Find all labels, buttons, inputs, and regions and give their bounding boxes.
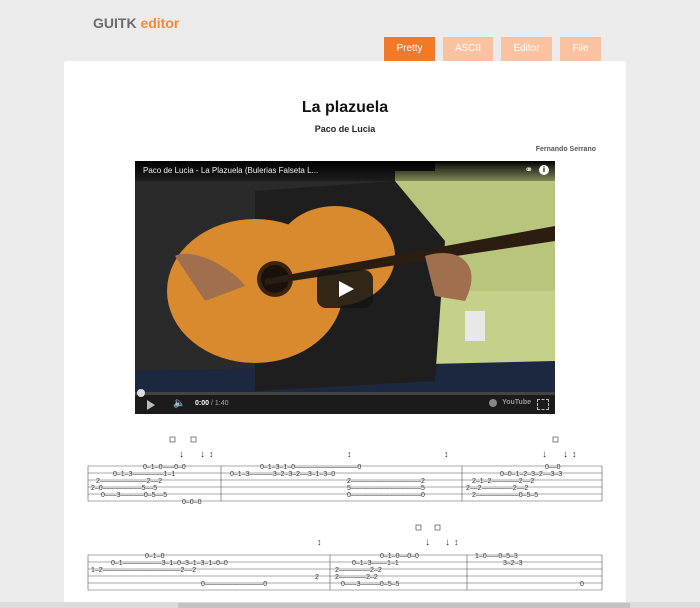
volume-icon[interactable]: 🔈 <box>173 398 185 409</box>
svg-text:0–1–0–––0–0: 0–1–0–––0–0 <box>143 464 186 471</box>
video-time: 0:00 / 1:40 <box>195 400 228 407</box>
svg-text:↓: ↓ <box>200 449 205 460</box>
svg-text:↕: ↕ <box>347 449 352 459</box>
svg-text:3–2–3: 3–2–3 <box>503 560 523 567</box>
app-logo: GUITK editor <box>93 15 179 31</box>
svg-text:2––––––––––––––––––2: 2––––––––––––––––––2 <box>347 478 425 485</box>
tab-ascii[interactable]: ASCII <box>443 37 493 61</box>
tab-author: Fernando Serrano <box>535 146 596 153</box>
svg-text:2––––––––2–2: 2––––––––2–2 <box>335 567 382 574</box>
svg-text:↕: ↕ <box>572 449 577 459</box>
svg-text:↓: ↓ <box>542 449 547 460</box>
settings-icon[interactable] <box>489 399 497 407</box>
tab-editor[interactable]: Editor <box>501 37 552 61</box>
svg-text:0–0–0: 0–0–0 <box>182 499 202 506</box>
progress-handle[interactable] <box>137 389 145 397</box>
svg-text:0–––3–––––0–5–5: 0–––3–––––0–5–5 <box>341 581 400 588</box>
duration: / 1:40 <box>210 400 229 407</box>
svg-text:0–1–0: 0–1–0 <box>145 553 165 560</box>
video-progress[interactable] <box>135 389 555 397</box>
svg-text:2–1–2–––––––2––2: 2–1–2–––––––2––2 <box>472 478 534 485</box>
svg-text:2–––––––––––0–5–5: 2–––––––––––0–5–5 <box>472 492 538 499</box>
svg-text:0–1–3–1–0––––––––––––––––0: 0–1–3–1–0––––––––––––––––0 <box>260 464 361 471</box>
info-icon[interactable]: i <box>539 165 549 175</box>
song-artist: Paco de Lucia <box>314 124 376 134</box>
tab-file[interactable]: File <box>560 37 601 61</box>
svg-text:↕: ↕ <box>317 537 322 547</box>
svg-text:5––––––––––––––––––5: 5––––––––––––––––––5 <box>347 485 425 492</box>
logo-text-editor: editor <box>140 15 180 31</box>
svg-text:0––0: 0––0 <box>545 464 561 471</box>
svg-text:↕: ↕ <box>209 449 214 459</box>
svg-text:2–0––––––––––5––5: 2–0––––––––––5––5 <box>91 485 157 492</box>
svg-text:2–––––––2–2: 2–––––––2–2 <box>335 574 378 581</box>
svg-text:0–1––––––––––3–1–0–3–1–3–1–0–0: 0–1––––––––––3–1–0–3–1–3–1–0–0 <box>111 560 228 567</box>
song-title: La plazuela <box>301 99 389 116</box>
svg-text:0––––––––––––––––––0: 0––––––––––––––––––0 <box>347 492 425 499</box>
svg-text:↕: ↕ <box>444 449 449 459</box>
svg-text:↓: ↓ <box>445 537 450 548</box>
share-icon[interactable]: ⚭ <box>525 165 533 176</box>
tab-pretty[interactable]: Pretty <box>384 37 435 61</box>
svg-text:0–1–3––––1–1: 0–1–3––––1–1 <box>352 560 399 567</box>
fullscreen-icon[interactable] <box>537 399 549 410</box>
tab-system-1-marks: ↓ ↓ ↕ ↕ ↕ ↓ ↓ ↕ 0–1–0–––0–0 0–1–3––––––––1–1… <box>91 436 577 506</box>
svg-text:↓: ↓ <box>179 449 184 460</box>
scrollbar-thumb[interactable] <box>178 603 630 608</box>
svg-text:1–0–––0–5–3: 1–0–––0–5–3 <box>475 553 518 560</box>
svg-text:0–––––––––––––––0: 0–––––––––––––––0 <box>201 581 267 588</box>
svg-text:0: 0 <box>580 581 584 588</box>
svg-text:0–1–3––––––––1–1: 0–1–3––––––––1–1 <box>113 471 175 478</box>
tab-system-2-marks: ↕ ↓ ↓ ↕ 0–1–0 0–1––––––––––3–1–0–3–1–3–1–… <box>91 524 584 588</box>
svg-text:2––2––––––––2––2: 2––2––––––––2––2 <box>466 485 528 492</box>
svg-text:↕: ↕ <box>454 537 459 547</box>
logo-text-guitk: GUITK <box>93 15 137 31</box>
svg-text:0–1–3––––––3–2–3–2––3–1–3–0: 0–1–3––––––3–2–3–2––3–1–3–0 <box>230 471 335 478</box>
horizontal-scrollbar[interactable] <box>0 602 700 608</box>
svg-text:↓: ↓ <box>425 537 430 548</box>
play-button-icon[interactable] <box>147 400 155 410</box>
svg-text:1–2––––––––––––––––––––2––2: 1–2––––––––––––––––––––2––2 <box>91 567 196 574</box>
current-time: 0:00 <box>195 400 210 407</box>
youtube-logo[interactable]: YouTube <box>502 399 531 406</box>
svg-text:0–––3––––––0–5––5: 0–––3––––––0–5––5 <box>101 492 167 499</box>
video-title[interactable]: Paco de Lucia - La Plazuela (Bulerias Fa… <box>143 166 318 175</box>
svg-text:↓: ↓ <box>563 449 568 460</box>
video-top-bar: Paco de Lucia - La Plazuela (Bulerias Fa… <box>135 161 555 181</box>
play-icon[interactable] <box>317 270 373 308</box>
svg-text:2––––––––––––2––2: 2––––––––––––2––2 <box>96 478 162 485</box>
svg-text:0–1–0––0–0: 0–1–0––0–0 <box>380 553 419 560</box>
svg-text:2: 2 <box>315 574 319 581</box>
svg-text:0–0–1–2–3–2––3–3: 0–0–1–2–3–2––3–3 <box>500 471 562 478</box>
video-controls: 🔈 0:00 / 1:40 YouTube <box>135 389 555 414</box>
